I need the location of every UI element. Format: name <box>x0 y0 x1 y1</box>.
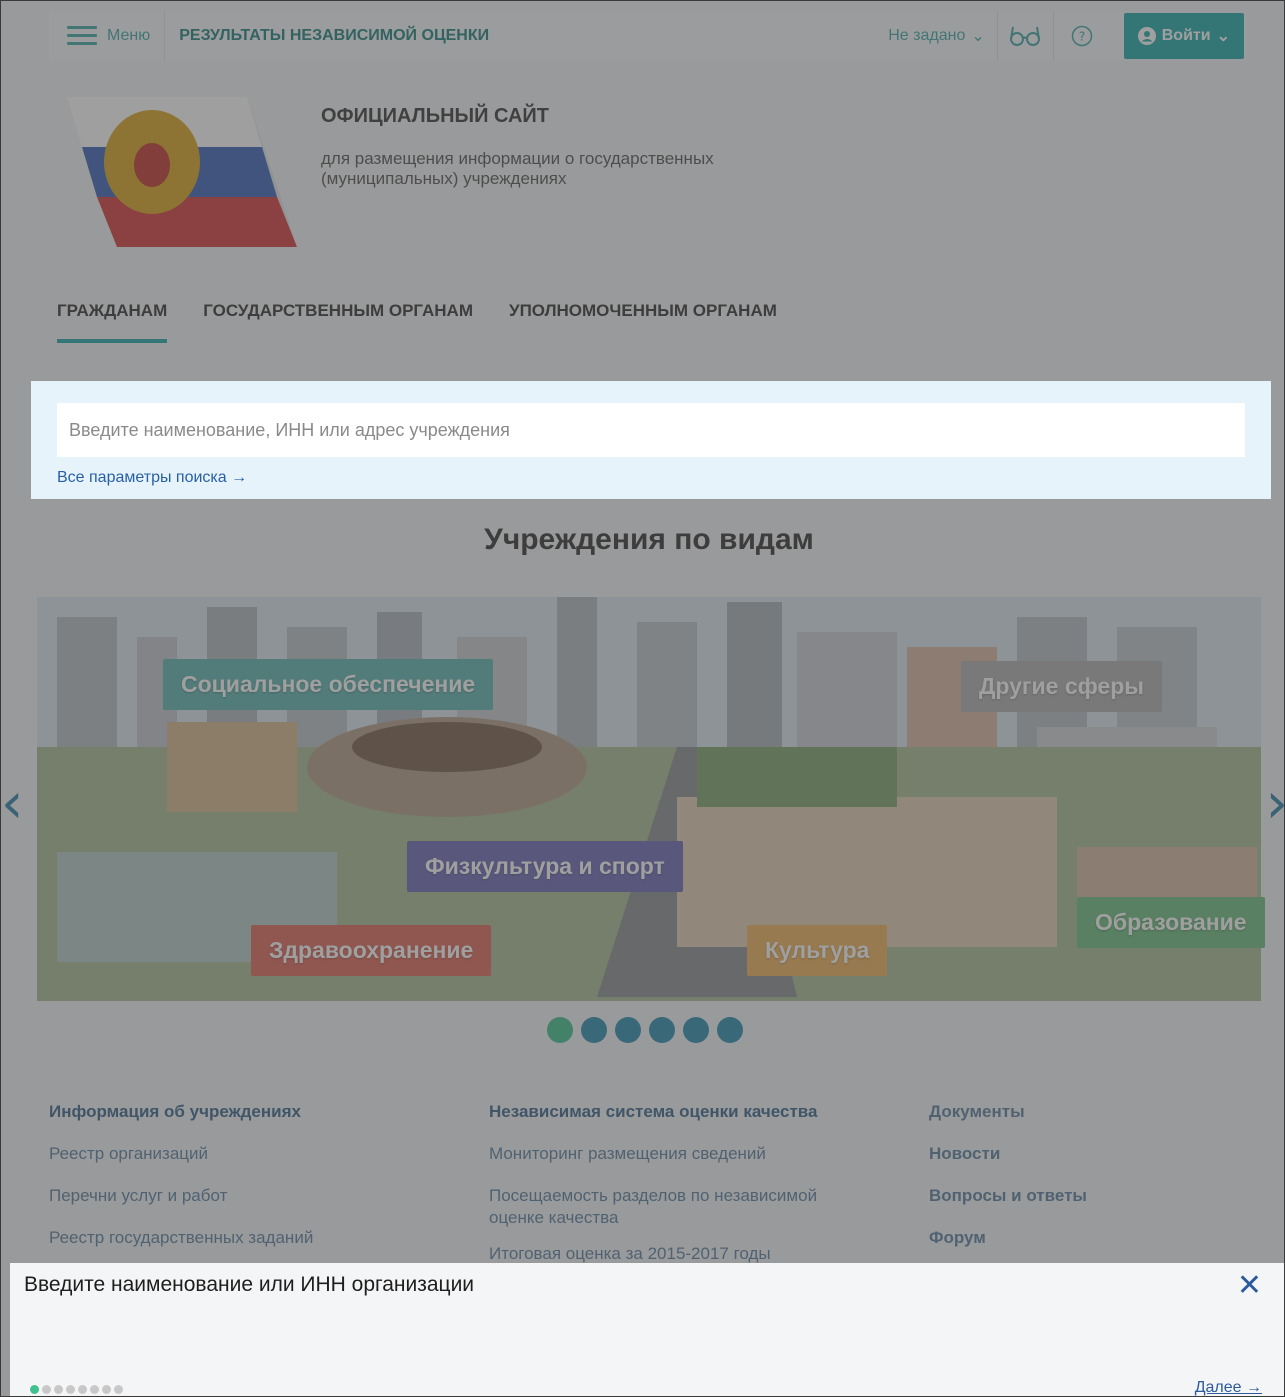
tour-step-dot <box>66 1385 75 1394</box>
tour-step-dot <box>78 1385 87 1394</box>
category-health[interactable]: Здравоохранение <box>251 925 492 976</box>
top-navigation-bar: Меню РЕЗУЛЬТАТЫ НЕЗАВИСИМОЙ ОЦЕНКИ Не за… <box>49 11 1246 61</box>
footer-link[interactable]: Мониторинг размещения сведений <box>489 1143 869 1165</box>
tab-government-bodies[interactable]: ГОСУДАРСТВЕННЫМ ОРГАНАМ <box>203 301 473 343</box>
footer-column-documents: Документы Новости Вопросы и ответы Форум <box>929 1101 1087 1269</box>
tooltip-text: Введите наименование или ИНН организации <box>24 1273 475 1296</box>
tour-step-dot <box>42 1385 51 1394</box>
site-subtitle: для размещения информации о государствен… <box>321 149 714 188</box>
tab-authorized-bodies[interactable]: УПОЛНОМОЧЕННЫМ ОРГАНАМ <box>509 301 777 343</box>
category-social[interactable]: Социальное обеспечение <box>163 659 494 710</box>
region-label: Не задано <box>888 27 966 44</box>
tour-tooltip: Введите наименование или ИНН организации… <box>10 1263 1284 1396</box>
carousel-dot[interactable] <box>683 1017 709 1043</box>
carousel-dot[interactable] <box>717 1017 743 1043</box>
footer-link[interactable]: Независимая система оценки качества <box>489 1101 869 1123</box>
audience-tabs: ГРАЖДАНАМ ГОСУДАРСТВЕННЫМ ОРГАНАМ УПОЛНО… <box>57 301 777 343</box>
menu-label: Меню <box>107 27 151 44</box>
top-bar-title[interactable]: РЕЗУЛЬТАТЫ НЕЗАВИСИМОЙ ОЦЕНКИ <box>165 27 876 45</box>
tour-step-dot <box>54 1385 63 1394</box>
help-button[interactable]: ? <box>1054 11 1110 61</box>
footer-link[interactable]: Реестр организаций <box>49 1143 313 1165</box>
footer-link[interactable]: Реестр государственных заданий <box>49 1227 313 1249</box>
footer-link[interactable]: Информация об учреждениях <box>49 1101 313 1123</box>
search-panel: Все параметры поиска → <box>31 381 1271 499</box>
carousel-dot[interactable] <box>547 1017 573 1043</box>
login-label: Войти <box>1161 27 1211 44</box>
hamburger-icon <box>67 26 97 46</box>
russian-emblem-logo <box>67 97 297 247</box>
help-icon: ? <box>1071 25 1092 47</box>
footer-link[interactable]: Документы <box>929 1101 1087 1123</box>
category-other[interactable]: Другие сферы <box>961 661 1162 712</box>
footer-link[interactable]: Посещаемость разделов по независимой оце… <box>489 1185 869 1229</box>
chevron-down-icon: ⌄ <box>971 28 985 45</box>
advanced-search-link[interactable]: Все параметры поиска → <box>57 469 247 487</box>
page-frame: Меню РЕЗУЛЬТАТЫ НЕЗАВИСИМОЙ ОЦЕНКИ Не за… <box>0 0 1285 1397</box>
tab-citizens[interactable]: ГРАЖДАНАМ <box>57 301 168 343</box>
category-sport[interactable]: Физкультура и спорт <box>407 841 683 892</box>
carousel-pagination <box>547 1017 743 1043</box>
tour-step-dot <box>114 1385 123 1394</box>
tour-progress <box>30 1385 123 1394</box>
carousel-next-arrow-icon[interactable]: › <box>1266 771 1284 836</box>
svg-text:?: ? <box>1079 30 1085 44</box>
carousel-dot[interactable] <box>581 1017 607 1043</box>
chevron-down-icon: ⌄ <box>1216 28 1230 45</box>
search-input[interactable] <box>57 403 1245 457</box>
close-icon[interactable]: ✕ <box>1237 1271 1262 1301</box>
footer-column-quality: Независимая система оценки качества Мони… <box>489 1101 869 1285</box>
footer-link[interactable]: Итоговая оценка за 2015-2017 годы <box>489 1243 869 1265</box>
tour-step-dot <box>102 1385 111 1394</box>
user-icon <box>1137 27 1156 45</box>
carousel-dot[interactable] <box>649 1017 675 1043</box>
menu-button[interactable]: Меню <box>49 11 166 61</box>
tour-step-dot <box>30 1385 39 1394</box>
site-title: ОФИЦИАЛЬНЫЙ САЙТ <box>321 105 550 127</box>
carousel-dot[interactable] <box>615 1017 641 1043</box>
next-step-link[interactable]: Далее → <box>1195 1379 1262 1396</box>
institution-types-carousel: Учреждения по видам Социальное обеспечен… <box>37 513 1265 1001</box>
accessibility-glasses-button[interactable] <box>998 11 1054 61</box>
footer-link[interactable]: Перечни услуг и работ <box>49 1185 313 1207</box>
footer-column-institutions: Информация об учреждениях Реестр организ… <box>49 1101 313 1269</box>
footer-link[interactable]: Форум <box>929 1227 1087 1249</box>
login-button[interactable]: Войти ⌄ <box>1123 13 1244 59</box>
category-education[interactable]: Образование <box>1077 897 1265 948</box>
carousel-prev-arrow-icon[interactable]: ‹ <box>1 771 23 836</box>
carousel-title: Учреждения по видам <box>484 523 814 556</box>
footer-link[interactable]: Вопросы и ответы <box>929 1185 1087 1207</box>
tour-step-dot <box>90 1385 99 1394</box>
footer-link[interactable]: Новости <box>929 1143 1087 1165</box>
category-culture[interactable]: Культура <box>747 925 888 976</box>
region-selector[interactable]: Не задано ⌄ <box>876 11 998 61</box>
glasses-icon <box>1010 26 1041 46</box>
